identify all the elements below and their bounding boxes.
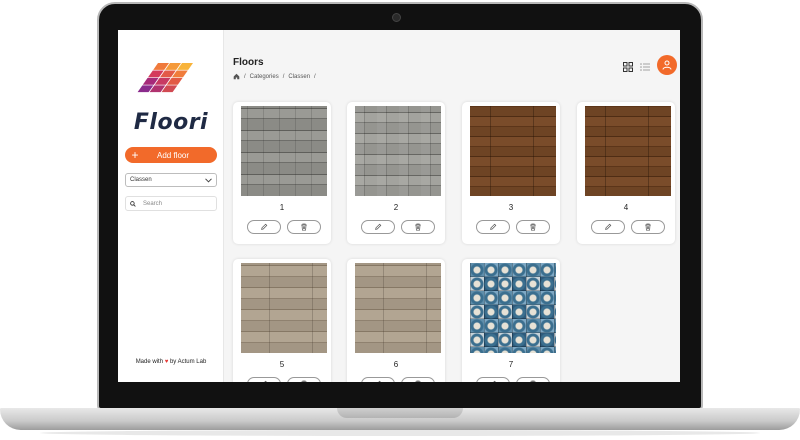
trash-icon (530, 380, 536, 382)
delete-button[interactable] (401, 220, 435, 234)
floor-image[interactable] (241, 106, 327, 196)
grid-view-icon[interactable] (623, 62, 633, 72)
list-view-icon[interactable] (640, 62, 650, 72)
floor-label: 1 (279, 203, 285, 212)
floor-card[interactable]: 1 (233, 102, 331, 244)
laptop-shadow (40, 430, 760, 436)
floor-image[interactable] (470, 106, 556, 196)
breadcrumb-separator: / (282, 73, 285, 80)
main-content: Floors / Categories / Classen / 1 2 3 4 … (225, 30, 680, 382)
edit-button[interactable] (361, 377, 395, 382)
camera-icon (392, 13, 401, 22)
edit-button[interactable] (476, 220, 510, 234)
delete-button[interactable] (287, 220, 321, 234)
floor-label: 6 (393, 360, 399, 369)
delete-button[interactable] (631, 220, 665, 234)
trash-icon (415, 223, 421, 231)
trash-icon (301, 380, 307, 382)
delete-button[interactable] (287, 377, 321, 382)
delete-button[interactable] (401, 377, 435, 382)
plus-icon: + (131, 148, 139, 162)
footer-suffix: by Actum Lab (169, 359, 207, 365)
pencil-icon (490, 223, 497, 230)
floor-card[interactable]: 2 (347, 102, 445, 244)
laptop-mockup: Floori + Add floor Classen Search Made w… (0, 0, 800, 440)
floor-image[interactable] (355, 263, 441, 353)
user-avatar-button[interactable] (657, 55, 677, 75)
breadcrumb-separator: / (244, 73, 246, 80)
trash-icon (645, 223, 651, 231)
edit-button[interactable] (247, 377, 281, 382)
sidebar: Floori + Add floor Classen Search Made w… (118, 30, 224, 382)
breadcrumb-classen[interactable]: Classen (288, 74, 310, 80)
floor-card[interactable]: 7 (462, 259, 560, 382)
breadcrumb-categories[interactable]: Categories (250, 74, 279, 80)
floor-image[interactable] (241, 263, 327, 353)
heart-icon: ♥ (164, 359, 169, 365)
delete-button[interactable] (516, 220, 550, 234)
floor-card[interactable]: 3 (462, 102, 560, 244)
floor-label: 3 (508, 203, 514, 212)
app-screen: Floori + Add floor Classen Search Made w… (118, 30, 680, 382)
delete-button[interactable] (516, 377, 550, 382)
edit-button[interactable] (476, 377, 510, 382)
pencil-icon (605, 223, 612, 230)
category-select-value: Classen (130, 177, 152, 183)
trash-icon (530, 223, 536, 231)
home-icon[interactable] (233, 73, 240, 80)
search-input[interactable]: Search (125, 196, 217, 211)
breadcrumb-separator: / (314, 73, 316, 80)
floor-card[interactable]: 4 (577, 102, 675, 244)
edit-button[interactable] (361, 220, 395, 234)
floor-label: 7 (508, 360, 514, 369)
pencil-icon (375, 223, 382, 230)
chevron-down-icon (205, 177, 212, 183)
pencil-icon (261, 223, 268, 230)
add-floor-button[interactable]: + Add floor (125, 147, 217, 163)
category-select[interactable]: Classen (125, 173, 217, 187)
user-icon (662, 60, 672, 70)
edit-button[interactable] (247, 220, 281, 234)
trash-icon (301, 223, 307, 231)
pencil-icon (264, 380, 267, 382)
floor-image[interactable] (585, 106, 671, 196)
floori-logo-icon (137, 63, 193, 93)
page-title: Floors (233, 57, 264, 68)
breadcrumb: / Categories / Classen / (233, 73, 316, 80)
floor-image[interactable] (355, 106, 441, 196)
search-placeholder: Search (143, 200, 163, 207)
footer-prefix: Made with (135, 359, 164, 365)
laptop-notch (337, 408, 463, 418)
floor-card[interactable]: 5 (233, 259, 331, 382)
trash-icon (415, 380, 421, 382)
floor-label: 4 (623, 203, 629, 212)
add-floor-label: Add floor (156, 150, 190, 160)
footer-credit: Made with ♥ by Actum Lab (118, 359, 224, 365)
edit-button[interactable] (591, 220, 625, 234)
pencil-icon (493, 380, 496, 382)
search-icon (130, 200, 136, 207)
floor-label: 5 (279, 360, 285, 369)
pencil-icon (378, 380, 381, 382)
floor-card[interactable]: 6 (347, 259, 445, 382)
floor-label: 2 (393, 203, 399, 212)
brand-name: Floori (133, 110, 209, 135)
floor-image[interactable] (470, 263, 556, 353)
